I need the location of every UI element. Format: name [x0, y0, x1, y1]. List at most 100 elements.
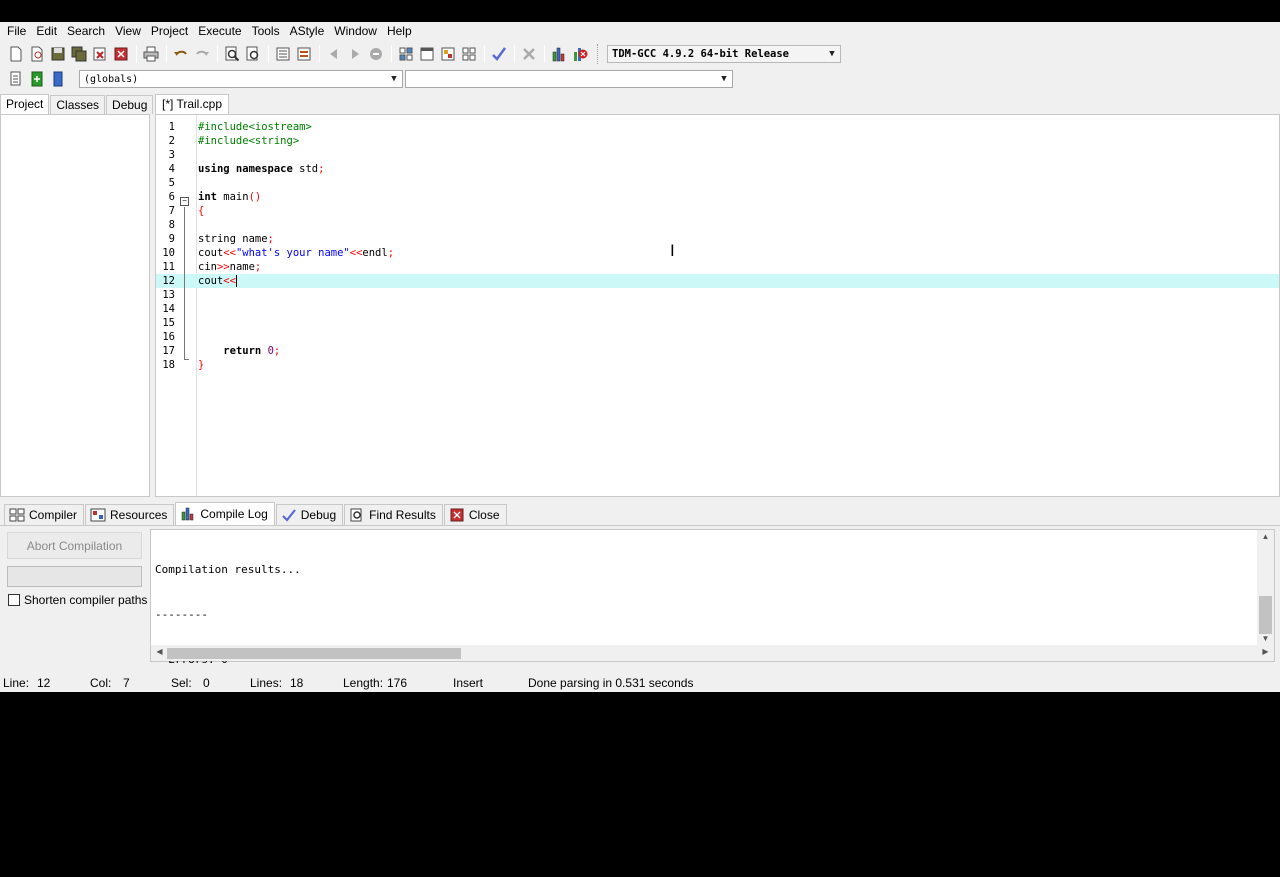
new-file-button[interactable]: [6, 44, 26, 64]
scroll-down-icon[interactable]: ▼: [1257, 634, 1274, 643]
redo-button[interactable]: [192, 44, 212, 64]
globals-select[interactable]: (globals) ▼: [79, 70, 403, 88]
tab-close[interactable]: Close: [443, 504, 507, 525]
delete-profile-button[interactable]: [570, 44, 590, 64]
unindent-button[interactable]: [294, 44, 314, 64]
log-vertical-scroll-thumb[interactable]: [1259, 596, 1272, 634]
scroll-up-icon[interactable]: ▲: [1257, 532, 1274, 541]
status-insert-mode: Insert: [453, 676, 484, 690]
code-line[interactable]: 7{: [156, 204, 1279, 218]
log-vertical-scrollbar[interactable]: ▲ ▼: [1257, 530, 1274, 646]
line-number: 4: [168, 163, 175, 175]
abort-compilation-button[interactable]: Abort Compilation: [7, 532, 142, 559]
log-line: - Compilation Time: 5.70s: [155, 833, 321, 846]
replace-button[interactable]: [243, 44, 263, 64]
shorten-paths-label: Shorten compiler paths: [24, 593, 148, 607]
compiler-select[interactable]: TDM-GCC 4.9.2 64-bit Release ▼: [607, 44, 841, 63]
menu-tools[interactable]: Tools: [247, 22, 285, 40]
project-new-button[interactable]: [396, 44, 416, 64]
close-all-button[interactable]: [111, 44, 131, 64]
tab-project[interactable]: Project: [0, 94, 50, 114]
code-line[interactable]: 3: [156, 148, 1279, 162]
code-editor[interactable]: 1 #include<iostream> 2 #include<string> 3 4 us…: [155, 114, 1280, 497]
tab-find-results[interactable]: Find Results: [344, 504, 443, 525]
arrow-left-icon: [330, 48, 337, 59]
line-number: 9: [168, 233, 175, 245]
tab-debug-bottom[interactable]: Debug: [275, 504, 344, 525]
menu-astyle[interactable]: AStyle: [285, 22, 330, 40]
code-line[interactable]: 15: [156, 316, 1279, 330]
code-line[interactable]: 18}: [156, 358, 1279, 372]
code-line[interactable]: 13: [156, 288, 1279, 302]
code-line[interactable]: 14: [156, 302, 1279, 316]
line-number: 12: [162, 275, 175, 287]
code-line[interactable]: 17 return 0;: [156, 344, 1279, 358]
tab-resources[interactable]: Resources: [85, 504, 175, 525]
menu-edit[interactable]: Edit: [31, 22, 62, 40]
compile-log-output[interactable]: Compilation results... -------- - Errors…: [150, 529, 1275, 846]
compile-log-text: Compilation results... -------- - Errors…: [155, 532, 566, 877]
status-col-value: 7: [123, 676, 130, 690]
editor-tab-file[interactable]: [*] Trail.cpp: [155, 94, 230, 114]
menu-project[interactable]: Project: [146, 22, 193, 40]
close-file-button[interactable]: [90, 44, 110, 64]
scroll-right-icon[interactable]: ▶: [1257, 647, 1274, 656]
options-button[interactable]: [438, 44, 458, 64]
save-button[interactable]: [48, 44, 68, 64]
toolbar-grip[interactable]: [597, 43, 600, 64]
status-line-label: Line:: [3, 676, 30, 690]
forward-button[interactable]: [345, 44, 365, 64]
code-line[interactable]: 6 int main(): [156, 190, 1279, 204]
tab-compile-log[interactable]: Compile Log: [175, 502, 275, 525]
indent-button[interactable]: [273, 44, 293, 64]
project-tree[interactable]: [0, 114, 150, 497]
code-line[interactable]: 16: [156, 330, 1279, 344]
log-horizontal-scroll-thumb[interactable]: [167, 648, 461, 659]
menu-execute[interactable]: Execute: [193, 22, 246, 40]
code-line[interactable]: 10 cout<<"what's your name"<<endl;: [156, 246, 1279, 260]
check-syntax-button[interactable]: [489, 44, 509, 64]
goto-bookmark-button[interactable]: [48, 69, 68, 89]
tab-classes[interactable]: Classes: [50, 95, 106, 114]
find-button[interactable]: [222, 44, 242, 64]
code-line[interactable]: 5: [156, 176, 1279, 190]
class-toolbar: (globals) ▼ ▼: [0, 67, 760, 91]
open-file-button[interactable]: [27, 44, 47, 64]
tab-debug[interactable]: Debug: [106, 95, 154, 114]
insert-button[interactable]: [6, 69, 26, 89]
line-number: 14: [162, 303, 175, 315]
code-line[interactable]: 4 using namespace std;: [156, 162, 1279, 176]
members-select[interactable]: ▼: [405, 70, 733, 88]
options-icon: [441, 47, 455, 60]
fold-toggle-icon[interactable]: −: [180, 197, 189, 206]
menu-search[interactable]: Search: [62, 22, 110, 40]
profile-button[interactable]: [549, 44, 569, 64]
menu-window[interactable]: Window: [329, 22, 382, 40]
scroll-left-icon[interactable]: ◀: [151, 647, 168, 656]
close-panel-icon: [449, 508, 465, 522]
tiles-button[interactable]: [459, 44, 479, 64]
stop-button[interactable]: [519, 44, 539, 64]
code-line[interactable]: 9 string name;: [156, 232, 1279, 246]
back-button[interactable]: [324, 44, 344, 64]
code-line[interactable]: 8: [156, 218, 1279, 232]
code-token: cout: [198, 275, 224, 287]
toggle-bookmark-button[interactable]: [27, 69, 47, 89]
print-button[interactable]: [141, 44, 161, 64]
menu-file[interactable]: File: [2, 22, 31, 40]
window-button[interactable]: [417, 44, 437, 64]
code-line[interactable]: 2 #include<string>: [156, 134, 1279, 148]
tab-compiler[interactable]: Compiler: [4, 504, 85, 525]
shorten-paths-checkbox[interactable]: [8, 594, 20, 606]
code-line[interactable]: 11 cin>>name;: [156, 260, 1279, 274]
log-horizontal-scrollbar[interactable]: ◀ ▶: [151, 645, 1274, 661]
undo-button[interactable]: [171, 44, 191, 64]
goto-line-button[interactable]: [366, 44, 386, 64]
code-line[interactable]: 1 #include<iostream>: [156, 120, 1279, 134]
menu-help[interactable]: Help: [382, 22, 417, 40]
code-token: <<: [349, 247, 363, 259]
code-line[interactable]: 12 cout<<: [156, 274, 1279, 288]
shorten-paths-option[interactable]: Shorten compiler paths: [8, 593, 147, 607]
menu-view[interactable]: View: [110, 22, 146, 40]
save-all-button[interactable]: [69, 44, 89, 64]
